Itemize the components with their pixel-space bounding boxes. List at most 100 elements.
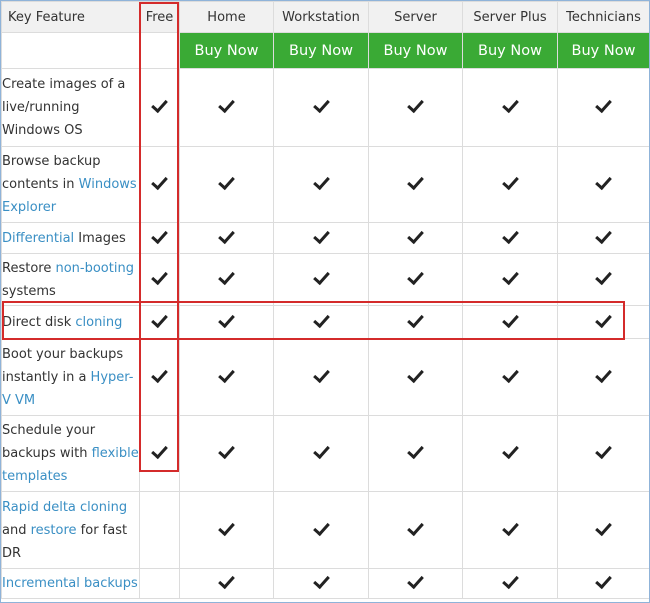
check-cell [139, 491, 180, 569]
checkmark-icon [595, 518, 612, 536]
checkmark-icon [501, 441, 519, 460]
check-cell [368, 253, 463, 306]
table-row: Schedule your backups with flexible temp… [1, 415, 649, 492]
check-cell [139, 146, 180, 223]
check-cell [462, 222, 558, 254]
check-cell [179, 305, 274, 339]
check-cell [273, 68, 369, 147]
feature-link[interactable]: cloning [75, 315, 122, 330]
feature-rapid-delta-cloning: Rapid delta cloning and restore for fast… [1, 491, 140, 569]
check-cell [557, 338, 649, 416]
checkmark-icon [312, 95, 330, 114]
checkmark-icon [407, 172, 424, 191]
feature-link[interactable]: Incremental backups [2, 576, 138, 591]
buy-now-home-button[interactable]: Buy Now [195, 43, 259, 59]
checkmark-icon [151, 226, 168, 244]
check-cell [462, 253, 558, 306]
buy-now-workstation-button[interactable]: Buy Now [289, 43, 353, 59]
feature-incremental-backups: Incremental backups [1, 568, 140, 599]
buy-cell-technicians[interactable]: Buy Now [557, 32, 649, 69]
checkmark-icon [218, 95, 235, 114]
feature-link[interactable]: non-booting [55, 261, 133, 276]
checkmark-icon [312, 310, 330, 328]
checkmark-icon [595, 365, 612, 383]
checkmark-icon [407, 365, 424, 383]
check-cell [462, 491, 558, 569]
feature-link[interactable]: Differential [2, 231, 74, 246]
check-cell [179, 68, 274, 147]
check-cell [179, 338, 274, 416]
check-cell [139, 253, 180, 306]
feature-text: Restore [2, 260, 56, 276]
feature-comparison-table: Key Feature Free Home Workstation Server… [1, 1, 649, 599]
feature-text: Direct disk [2, 314, 76, 330]
header-row: Key Feature Free Home Workstation Server… [1, 1, 649, 33]
checkmark-icon [595, 310, 612, 328]
check-cell [462, 568, 558, 599]
buy-cell-server-plus[interactable]: Buy Now [462, 32, 558, 69]
buy-now-server-button[interactable]: Buy Now [384, 43, 448, 59]
checkmark-icon [312, 365, 330, 383]
table-row: Incremental backups [1, 568, 649, 599]
buy-cell-server[interactable]: Buy Now [368, 32, 463, 69]
checkmark-icon [407, 226, 424, 244]
check-cell [139, 68, 180, 147]
checkmark-icon [501, 518, 519, 536]
buy-cell-workstation[interactable]: Buy Now [273, 32, 369, 69]
check-cell [179, 222, 274, 254]
buy-now-server-plus-button[interactable]: Buy Now [478, 43, 542, 59]
feature-rows: Create images of a live/running Windows … [1, 68, 649, 599]
checkmark-icon [501, 226, 519, 244]
check-cell [462, 415, 558, 492]
buy-now-technicians-button[interactable]: Buy Now [572, 43, 636, 59]
feature-restore-non-booting: Restore non-booting systems [1, 253, 140, 306]
checkmark-icon [407, 310, 424, 328]
checkmark-icon [151, 441, 168, 460]
feature-direct-disk-cloning: Direct disk cloning [1, 305, 140, 339]
table-row: Boot your backups instantly in a Hyper-V… [1, 338, 649, 416]
buy-row: Buy Now Buy Now Buy Now Buy Now Buy Now [1, 32, 649, 69]
buy-cell-home[interactable]: Buy Now [179, 32, 274, 69]
checkmark-icon [407, 441, 424, 460]
buy-row-free-blank [139, 32, 180, 69]
checkmark-icon [595, 441, 612, 460]
feature-browse-backup: Browse backup contents in Windows Explor… [1, 146, 140, 223]
check-cell [368, 568, 463, 599]
feature-differential-images: Differential Images [1, 222, 140, 254]
check-cell [368, 222, 463, 254]
checkmark-icon [407, 95, 424, 114]
check-cell [557, 415, 649, 492]
header-server-plus: Server Plus [462, 1, 558, 33]
checkmark-icon [151, 267, 168, 286]
check-cell [273, 253, 369, 306]
checkmark-icon [312, 518, 330, 536]
checkmark-icon [595, 95, 612, 114]
checkmark-icon [407, 518, 424, 536]
feature-link[interactable]: Rapid delta cloning [2, 500, 127, 515]
check-cell [273, 568, 369, 599]
check-cell [179, 253, 274, 306]
checkmark-icon [501, 267, 519, 286]
check-cell [139, 415, 180, 492]
header-home: Home [179, 1, 274, 33]
header-free: Free [139, 1, 180, 33]
checkmark-icon [151, 172, 168, 191]
checkmark-icon [218, 518, 235, 536]
check-cell [139, 222, 180, 254]
checkmark-icon [151, 310, 168, 328]
check-cell [557, 146, 649, 223]
checkmark-icon [501, 95, 519, 114]
check-cell [462, 68, 558, 147]
table-row: Rapid delta cloning and restore for fast… [1, 491, 649, 569]
check-cell [139, 305, 180, 339]
header-technicians: Technicians [557, 1, 649, 33]
feature-link[interactable]: restore [31, 523, 77, 538]
checkmark-icon [218, 172, 235, 191]
check-cell [368, 415, 463, 492]
checkmark-icon [312, 267, 330, 286]
check-cell [557, 253, 649, 306]
feature-text: Create images of a live/running Windows … [2, 77, 126, 138]
comparison-frame: Key Feature Free Home Workstation Server… [0, 0, 650, 603]
header-key-feature: Key Feature [1, 1, 140, 33]
checkmark-icon [218, 267, 235, 286]
